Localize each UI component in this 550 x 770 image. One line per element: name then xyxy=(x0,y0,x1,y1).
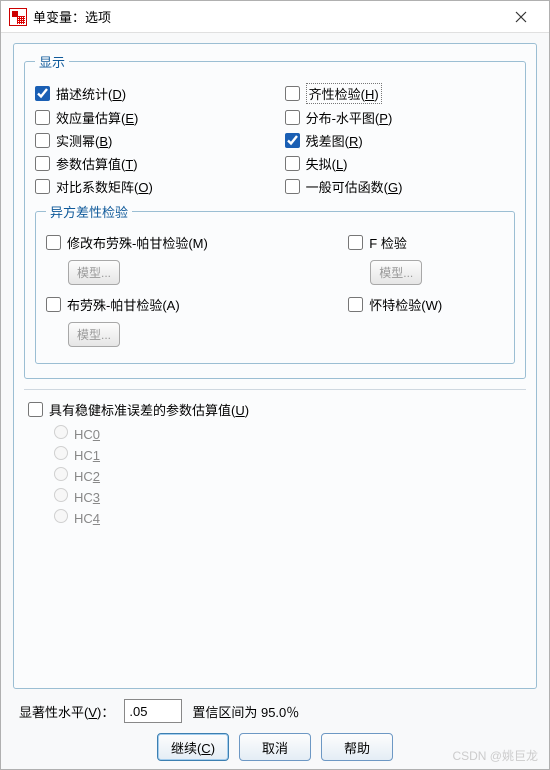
label-residual-plot[interactable]: 残差图(R) xyxy=(306,131,363,150)
label-hc3: HC3 xyxy=(74,490,100,505)
label-robust[interactable]: 具有稳健标准误差的参数估算值(U) xyxy=(49,400,249,419)
checkbox-observed-power[interactable] xyxy=(35,133,50,148)
checkbox-robust[interactable] xyxy=(28,402,43,417)
radio-hc2 xyxy=(54,467,68,481)
label-bp[interactable]: 布劳殊-帕甘检验(A) xyxy=(67,295,180,314)
radio-hc0 xyxy=(54,425,68,439)
continue-button[interactable]: 继续(C) xyxy=(157,733,229,761)
label-mod-bp[interactable]: 修改布劳殊-帕甘检验(M) xyxy=(67,233,208,252)
label-hc0: HC0 xyxy=(74,427,100,442)
checkbox-mod-bp[interactable] xyxy=(46,235,61,250)
options-dialog: 单变量：选项 显示 描述统计(D) 齐性检验(H) 效应量估算(E) 分布-水平… xyxy=(0,0,550,770)
checkbox-bp[interactable] xyxy=(46,297,61,312)
checkbox-estimable-func[interactable] xyxy=(285,179,300,194)
label-estimable-func[interactable]: 一般可估函数(G) xyxy=(306,177,403,196)
model-button-1: 模型... xyxy=(68,260,120,285)
label-hc1: HC1 xyxy=(74,448,100,463)
sig-input[interactable] xyxy=(124,699,182,723)
label-f-test[interactable]: F 检验 xyxy=(369,233,407,252)
cancel-button[interactable]: 取消 xyxy=(239,733,311,761)
titlebar: 单变量：选项 xyxy=(1,1,549,33)
dialog-body: 显示 描述统计(D) 齐性检验(H) 效应量估算(E) 分布-水平图(P) 实测… xyxy=(1,33,549,769)
label-white[interactable]: 怀特检验(W) xyxy=(369,295,442,314)
checkbox-contrast-matrix[interactable] xyxy=(35,179,50,194)
label-param-est[interactable]: 参数估算值(T) xyxy=(56,154,138,173)
label-contrast-matrix[interactable]: 对比系数矩阵(O) xyxy=(56,177,153,196)
close-icon xyxy=(515,11,527,23)
significance-row: 显著性水平(V)： 置信区间为 95.0％ xyxy=(13,689,537,727)
label-hc2: HC2 xyxy=(74,469,100,484)
radio-hc3 xyxy=(54,488,68,502)
help-button[interactable]: 帮助 xyxy=(321,733,393,761)
checkbox-desc-stats[interactable] xyxy=(35,86,50,101)
model-button-3: 模型... xyxy=(68,322,120,347)
radio-hc1 xyxy=(54,446,68,460)
outer-panel: 显示 描述统计(D) 齐性检验(H) 效应量估算(E) 分布-水平图(P) 实测… xyxy=(13,43,537,689)
display-legend: 显示 xyxy=(35,52,69,71)
label-desc-stats[interactable]: 描述统计(D) xyxy=(56,84,126,103)
checkbox-f-test[interactable] xyxy=(348,235,363,250)
checkbox-lack-of-fit[interactable] xyxy=(285,156,300,171)
close-button[interactable] xyxy=(501,3,541,31)
label-spread-level[interactable]: 分布-水平图(P) xyxy=(306,108,393,127)
ci-text: 置信区间为 95.0％ xyxy=(192,702,299,721)
hetero-legend: 异方差性检验 xyxy=(46,202,132,221)
checkbox-white[interactable] xyxy=(348,297,363,312)
window-title: 单变量：选项 xyxy=(33,7,501,26)
label-lack-of-fit[interactable]: 失拟(L) xyxy=(306,154,348,173)
app-icon xyxy=(9,8,27,26)
checkbox-spread-level[interactable] xyxy=(285,110,300,125)
button-row: 继续(C) 取消 帮助 xyxy=(13,727,537,761)
checkbox-residual-plot[interactable] xyxy=(285,133,300,148)
model-button-2: 模型... xyxy=(370,260,422,285)
checkbox-param-est[interactable] xyxy=(35,156,50,171)
sig-label: 显著性水平(V)： xyxy=(19,702,114,721)
display-group: 显示 描述统计(D) 齐性检验(H) 效应量估算(E) 分布-水平图(P) 实测… xyxy=(24,52,526,379)
label-effect-size[interactable]: 效应量估算(E) xyxy=(56,108,138,127)
label-hc4: HC4 xyxy=(74,511,100,526)
checkbox-homogeneity[interactable] xyxy=(285,86,300,101)
hetero-group: 异方差性检验 修改布劳殊-帕甘检验(M) F 检验 模型... 模型... 布劳… xyxy=(35,202,515,364)
label-observed-power[interactable]: 实测幂(B) xyxy=(56,131,112,150)
radio-hc4 xyxy=(54,509,68,523)
checkbox-effect-size[interactable] xyxy=(35,110,50,125)
label-homogeneity[interactable]: 齐性检验(H) xyxy=(306,83,382,104)
